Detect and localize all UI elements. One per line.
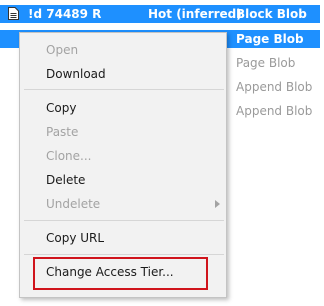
menu-item-paste[interactable]: Paste — [20, 121, 226, 143]
highlight-box — [33, 257, 208, 290]
menu-item-clone[interactable]: Clone... — [20, 145, 226, 167]
submenu-arrow-icon — [215, 200, 220, 208]
blob-type: Append Blob — [236, 80, 313, 94]
menu-item-delete[interactable]: Delete — [20, 169, 226, 191]
access-tier: Hot (inferred) — [148, 7, 242, 21]
menu-separator — [24, 254, 224, 255]
menu-item-undelete[interactable]: Undelete — [20, 193, 226, 215]
menu-item-copy-url[interactable]: Copy URL — [20, 227, 226, 249]
file-icon — [8, 7, 19, 20]
table-row[interactable]: !d 74489 R Hot (inferred) Block Blob — [0, 5, 320, 23]
blob-name: !d 74489 R — [28, 7, 102, 21]
blob-type: Block Blob — [236, 7, 307, 21]
menu-separator — [24, 220, 224, 221]
blob-type: Page Blob — [236, 56, 296, 70]
menu-item-copy[interactable]: Copy — [20, 97, 226, 119]
menu-separator — [24, 89, 224, 90]
menu-item-open[interactable]: Open — [20, 39, 226, 61]
menu-item-undelete-label: Undelete — [46, 197, 101, 211]
blob-type: Page Blob — [236, 32, 304, 46]
menu-item-download[interactable]: Download — [20, 63, 226, 85]
blob-type: Append Blob — [236, 104, 313, 118]
